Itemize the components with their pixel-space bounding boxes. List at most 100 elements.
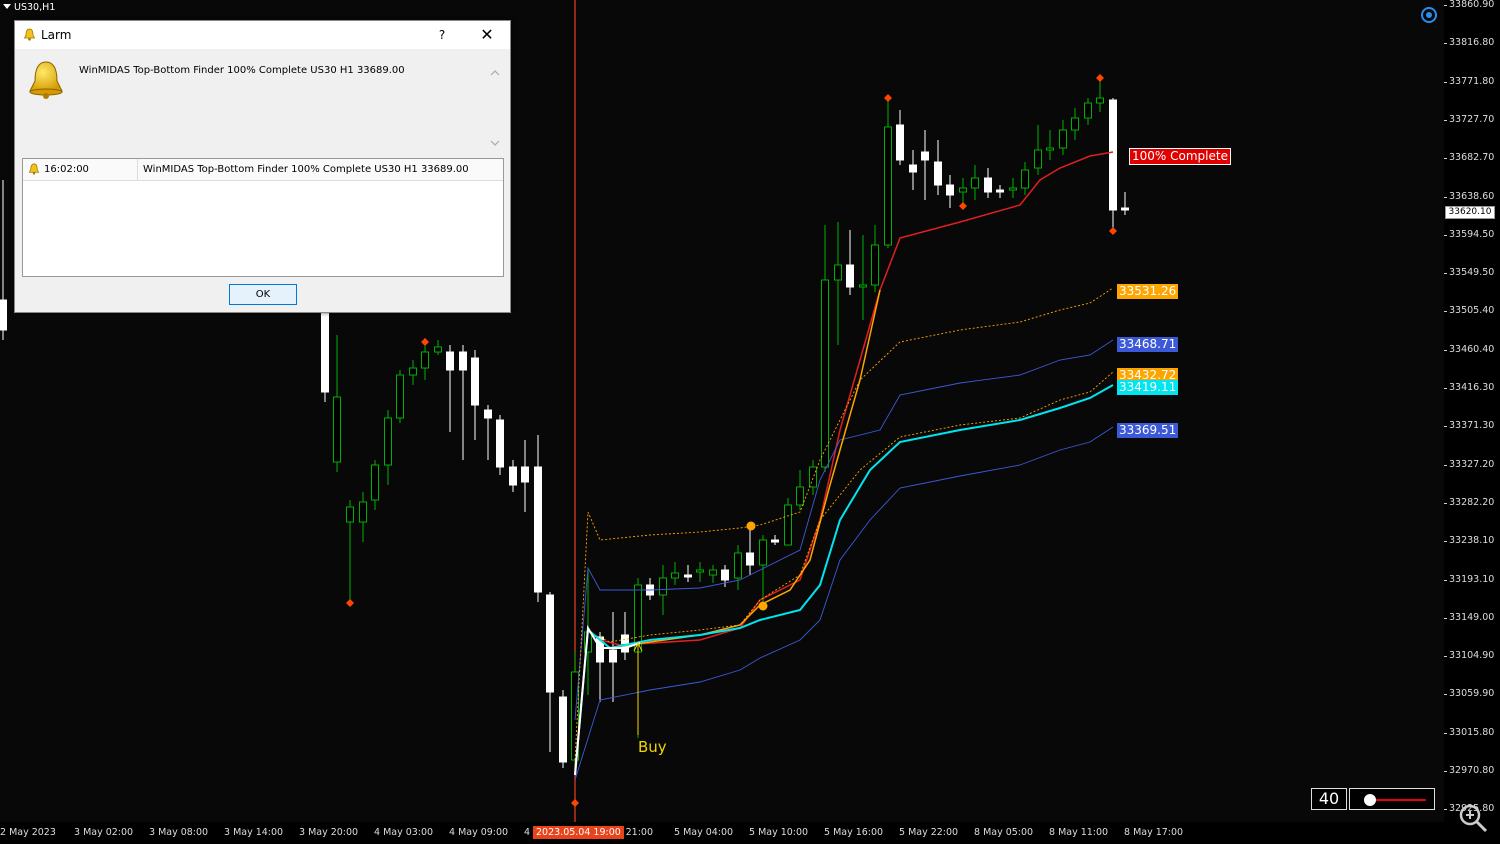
price-tick: 33860.90 [1443, 0, 1495, 10]
candle-body [884, 126, 892, 246]
alarm-list[interactable]: 16:02:00 WinMIDAS Top-Bottom Finder 100%… [22, 158, 504, 277]
symbol-label[interactable]: US30,H1 [3, 2, 55, 13]
tag-blue-upper: 33468.71 [1117, 337, 1179, 352]
blue-upper-band [574, 339, 1114, 721]
vwap-red-line [574, 151, 1114, 781]
alarm-row-message: WinMIDAS Top-Bottom Finder 100% Complete… [143, 164, 469, 175]
candle-body [934, 161, 942, 186]
candle-body [1021, 169, 1029, 189]
alarm-list-row[interactable]: 16:02:00 WinMIDAS Top-Bottom Finder 100%… [23, 159, 503, 181]
candle-body [1096, 97, 1104, 104]
candle-body [871, 244, 879, 286]
buy-label: Buy [638, 738, 667, 756]
dropdown-icon [3, 4, 11, 9]
pivot-marker [421, 338, 429, 346]
candle-body [821, 279, 829, 468]
price-axis[interactable]: 33860.90 33816.80 33771.80 33727.70 33682.70… [1443, 0, 1500, 822]
candle-body [446, 351, 454, 371]
candle-body [521, 466, 529, 483]
price-tick: 33505.40 [1443, 305, 1495, 317]
candle-body [921, 151, 929, 161]
close-button[interactable]: ✕ [473, 24, 501, 46]
cyan-midas-line [574, 384, 1114, 776]
target-icon[interactable] [1421, 7, 1437, 23]
candle-body [796, 486, 804, 506]
zoom-knob[interactable] [1364, 794, 1376, 806]
time-tick: 8 May 05:00 [974, 827, 1034, 838]
candle-body [371, 464, 379, 501]
dialog-title: Larm [41, 28, 72, 42]
candle-body [0, 299, 7, 331]
price-tick: 33015.80 [1443, 726, 1495, 738]
ok-button[interactable]: OK [229, 284, 297, 305]
candle-body [559, 696, 567, 763]
time-tick: 4 [524, 827, 531, 838]
bell-small-icon [28, 163, 40, 175]
pivot-marker [884, 94, 892, 102]
candle-body [984, 177, 992, 193]
scroll-up-icon [490, 70, 500, 76]
price-tick: 33549.50 [1443, 267, 1495, 279]
candle-body [734, 552, 742, 579]
candle-body [1071, 117, 1079, 131]
time-tick: 5 May 22:00 [899, 827, 959, 838]
zoom-slider[interactable] [1349, 788, 1435, 810]
candle-body [534, 466, 542, 593]
tag-orange-upper: 33531.26 [1117, 284, 1179, 299]
pivot-marker [571, 799, 579, 807]
tag-blue-lower: 33369.51 [1117, 423, 1179, 438]
price-tick: 33238.10 [1443, 535, 1495, 547]
candle-body [946, 184, 954, 196]
candle-body [859, 284, 867, 288]
time-tick: 8 May 11:00 [1049, 827, 1109, 838]
time-axis[interactable]: 8 May 17:00 8 May 11:00 8 May 05:00 5 May 2… [0, 822, 1500, 844]
candle-body [784, 504, 792, 546]
candle-body [409, 367, 417, 376]
candle-body [659, 577, 667, 596]
candle-body [496, 419, 504, 468]
orange-solid-line [574, 289, 881, 771]
price-tick: 33327.20 [1443, 458, 1495, 470]
zoom-control[interactable]: 40 [1311, 788, 1435, 810]
time-tick: 3 May 02:00 [74, 827, 134, 838]
signal-dot [758, 601, 768, 611]
candle-body [909, 164, 917, 173]
pivot-marker [959, 202, 967, 210]
price-tick: 33104.90 [1443, 650, 1495, 662]
price-tick: 33771.80 [1443, 75, 1495, 87]
price-tick: 33371.30 [1443, 420, 1495, 432]
message-scrollbar[interactable] [488, 65, 502, 151]
magnifier-icon[interactable] [1457, 802, 1489, 834]
pivot-marker [1096, 74, 1104, 82]
candle-body [684, 574, 692, 578]
symbol-text: US30,H1 [14, 2, 56, 13]
time-tick: 5 May 10:00 [749, 827, 809, 838]
price-tick: 33149.00 [1443, 611, 1495, 623]
candle-body [384, 417, 392, 466]
candle-body [759, 539, 767, 566]
candle-body [746, 552, 754, 566]
candle-body [396, 374, 404, 419]
time-tick: 5 May 04:00 [674, 827, 734, 838]
zoom-value: 40 [1311, 788, 1347, 810]
dialog-titlebar[interactable]: Larm ? ✕ [15, 21, 510, 49]
candle-body [346, 506, 354, 523]
candle-body [546, 594, 554, 693]
candle-body [809, 466, 817, 488]
price-tick: 33416.30 [1443, 382, 1495, 393]
price-tick: 32970.80 [1443, 765, 1495, 776]
price-tick: 33638.60 [1443, 190, 1495, 202]
alarm-dialog[interactable]: Larm ? ✕ WinMIDAS Top-Bottom Finder 100%… [14, 20, 511, 313]
candle-body [846, 264, 854, 288]
candle-body [1009, 187, 1017, 191]
time-tick: 3 May 20:00 [299, 827, 359, 838]
bell-icon [23, 28, 36, 41]
help-button[interactable]: ? [433, 25, 451, 45]
candle-body [459, 351, 467, 371]
blue-lower-band [574, 426, 1114, 781]
alarm-row-time: 16:02:00 [44, 164, 89, 175]
pivot-marker [346, 599, 354, 607]
candle-body [471, 357, 479, 406]
time-tick: 4 May 03:00 [374, 827, 434, 838]
candle-body [959, 187, 967, 193]
